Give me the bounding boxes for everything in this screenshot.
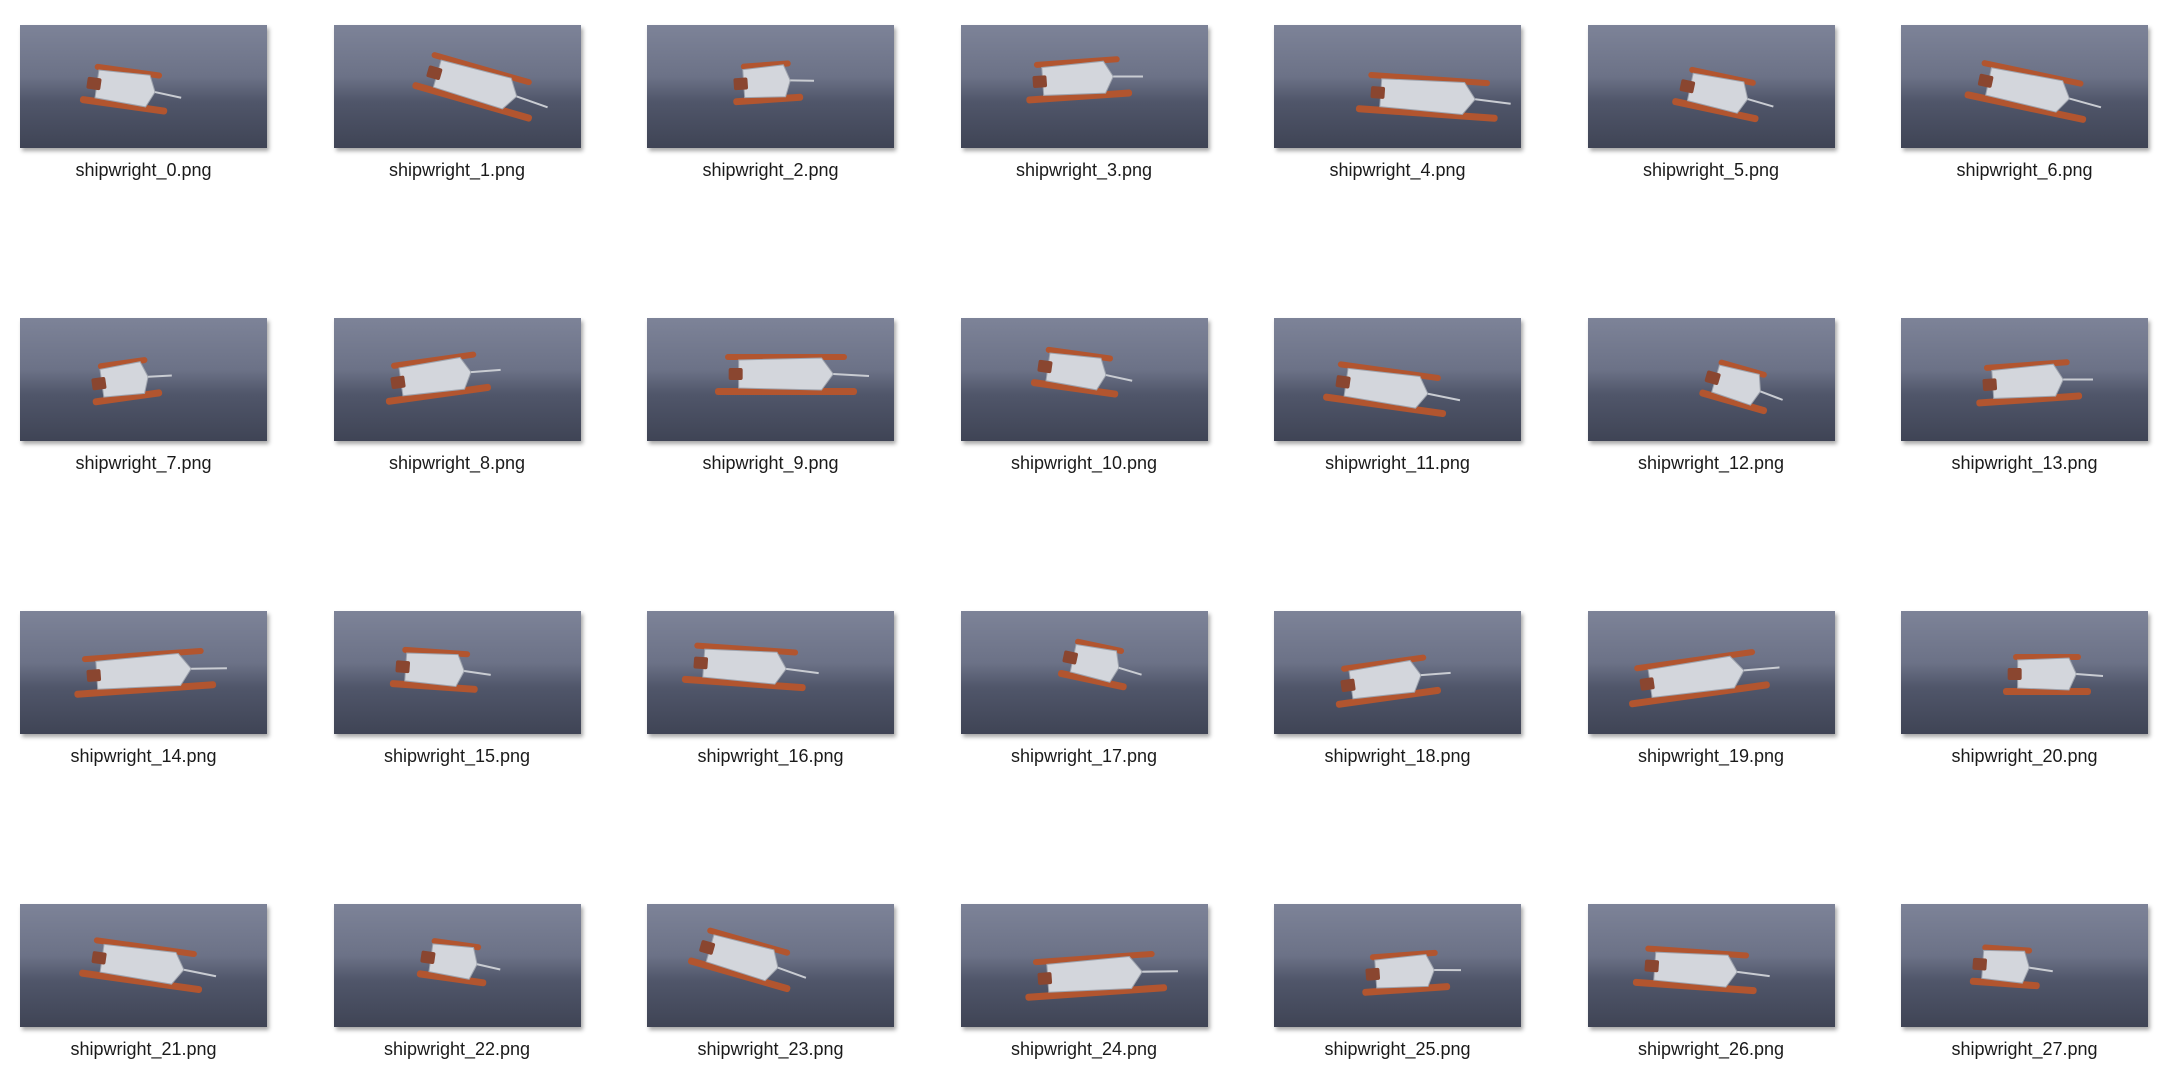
file-item[interactable]: shipwright_21.png	[20, 904, 267, 1060]
file-name-label[interactable]: shipwright_11.png	[1274, 453, 1521, 474]
file-item[interactable]: shipwright_18.png	[1274, 611, 1521, 767]
file-name-label[interactable]: shipwright_13.png	[1901, 453, 2148, 474]
file-thumbnail[interactable]	[960, 25, 1208, 148]
file-item[interactable]: shipwright_12.png	[1587, 318, 1835, 474]
file-name-label[interactable]: shipwright_23.png	[647, 1039, 894, 1060]
file-name-label[interactable]: shipwright_0.png	[20, 160, 267, 181]
file-thumbnail[interactable]	[333, 25, 581, 148]
file-name-label[interactable]: shipwright_1.png	[334, 160, 581, 181]
file-item[interactable]: shipwright_7.png	[20, 318, 267, 474]
file-thumbnail[interactable]	[333, 904, 581, 1027]
file-item[interactable]: shipwright_5.png	[1587, 25, 1835, 181]
file-thumbnail[interactable]	[20, 318, 267, 441]
file-name-label[interactable]: shipwright_24.png	[961, 1039, 1208, 1060]
file-thumbnail[interactable]	[960, 611, 1208, 734]
file-thumbnail[interactable]	[333, 611, 581, 734]
file-item[interactable]: shipwright_9.png	[647, 318, 894, 474]
file-name-label[interactable]: shipwright_20.png	[1901, 746, 2148, 767]
file-thumbnail[interactable]	[960, 904, 1208, 1027]
file-thumbnail[interactable]	[960, 318, 1208, 441]
file-thumbnail-grid: shipwright_0.png shipwright_1.png shipwrig…	[0, 0, 2172, 1086]
file-thumbnail[interactable]	[647, 318, 894, 441]
file-item[interactable]: shipwright_8.png	[333, 318, 581, 474]
file-item[interactable]: shipwright_14.png	[20, 611, 267, 767]
file-item[interactable]: shipwright_16.png	[647, 611, 894, 767]
file-name-label[interactable]: shipwright_5.png	[1588, 160, 1835, 181]
file-thumbnail[interactable]	[647, 904, 894, 1027]
file-name-label[interactable]: shipwright_10.png	[961, 453, 1208, 474]
file-item[interactable]: shipwright_1.png	[333, 25, 581, 181]
file-thumbnail[interactable]	[1901, 25, 2148, 148]
file-name-label[interactable]: shipwright_9.png	[647, 453, 894, 474]
file-name-label[interactable]: shipwright_25.png	[1274, 1039, 1521, 1060]
file-thumbnail[interactable]	[647, 611, 894, 734]
file-item[interactable]: shipwright_19.png	[1587, 611, 1835, 767]
file-thumbnail[interactable]	[20, 904, 267, 1027]
file-name-label[interactable]: shipwright_2.png	[647, 160, 894, 181]
file-item[interactable]: shipwright_26.png	[1587, 904, 1835, 1060]
file-item[interactable]: shipwright_23.png	[647, 904, 894, 1060]
file-thumbnail[interactable]	[1587, 318, 1835, 441]
file-name-label[interactable]: shipwright_26.png	[1588, 1039, 1835, 1060]
file-thumbnail[interactable]	[1587, 904, 1835, 1027]
file-thumbnail[interactable]	[1901, 611, 2148, 734]
file-name-label[interactable]: shipwright_3.png	[961, 160, 1208, 181]
file-item[interactable]: shipwright_15.png	[333, 611, 581, 767]
file-thumbnail[interactable]	[20, 25, 267, 148]
file-name-label[interactable]: shipwright_17.png	[961, 746, 1208, 767]
file-name-label[interactable]: shipwright_19.png	[1588, 746, 1835, 767]
file-item[interactable]: shipwright_17.png	[960, 611, 1208, 767]
file-item[interactable]: shipwright_27.png	[1901, 904, 2148, 1060]
file-name-label[interactable]: shipwright_22.png	[334, 1039, 581, 1060]
file-item[interactable]: shipwright_3.png	[960, 25, 1208, 181]
file-thumbnail[interactable]	[1274, 904, 1521, 1027]
file-thumbnail[interactable]	[20, 611, 267, 734]
file-name-label[interactable]: shipwright_4.png	[1274, 160, 1521, 181]
file-name-label[interactable]: shipwright_8.png	[334, 453, 581, 474]
file-item[interactable]: shipwright_6.png	[1901, 25, 2148, 181]
file-thumbnail[interactable]	[647, 25, 894, 148]
file-name-label[interactable]: shipwright_16.png	[647, 746, 894, 767]
file-thumbnail[interactable]	[1901, 904, 2148, 1027]
file-item[interactable]: shipwright_4.png	[1274, 25, 1521, 181]
file-name-label[interactable]: shipwright_18.png	[1274, 746, 1521, 767]
file-item[interactable]: shipwright_11.png	[1274, 318, 1521, 474]
file-item[interactable]: shipwright_2.png	[647, 25, 894, 181]
file-thumbnail[interactable]	[1587, 611, 1835, 734]
file-thumbnail[interactable]	[333, 318, 581, 441]
file-thumbnail[interactable]	[1274, 25, 1521, 148]
file-item[interactable]: shipwright_24.png	[960, 904, 1208, 1060]
file-thumbnail[interactable]	[1901, 318, 2148, 441]
file-item[interactable]: shipwright_25.png	[1274, 904, 1521, 1060]
file-name-label[interactable]: shipwright_6.png	[1901, 160, 2148, 181]
file-name-label[interactable]: shipwright_27.png	[1901, 1039, 2148, 1060]
file-name-label[interactable]: shipwright_21.png	[20, 1039, 267, 1060]
file-item[interactable]: shipwright_22.png	[333, 904, 581, 1060]
file-thumbnail[interactable]	[1274, 318, 1521, 441]
file-item[interactable]: shipwright_0.png	[20, 25, 267, 181]
file-item[interactable]: shipwright_20.png	[1901, 611, 2148, 767]
file-name-label[interactable]: shipwright_12.png	[1588, 453, 1835, 474]
file-thumbnail[interactable]	[1587, 25, 1835, 148]
file-name-label[interactable]: shipwright_14.png	[20, 746, 267, 767]
file-item[interactable]: shipwright_13.png	[1901, 318, 2148, 474]
file-name-label[interactable]: shipwright_15.png	[334, 746, 581, 767]
file-item[interactable]: shipwright_10.png	[960, 318, 1208, 474]
file-name-label[interactable]: shipwright_7.png	[20, 453, 267, 474]
file-thumbnail[interactable]	[1274, 611, 1521, 734]
